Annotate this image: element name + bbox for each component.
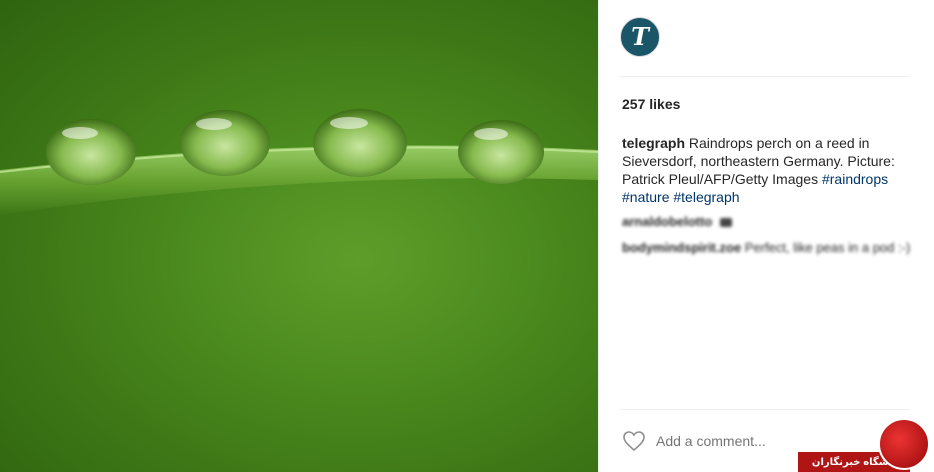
account-avatar[interactable]: T (620, 17, 660, 57)
likes-count[interactable]: 257 likes (622, 96, 680, 112)
hashtag-raindrops[interactable]: #raindrops (822, 171, 888, 187)
comment-item: bodymindspirit.zoe Perfect, like peas in… (622, 239, 912, 257)
hashtag-telegraph[interactable]: #telegraph (673, 189, 739, 205)
comment-username[interactable]: bodymindspirit.zoe (622, 240, 741, 255)
heart-icon[interactable] (622, 430, 646, 452)
raindrop-3 (313, 109, 407, 177)
comment-item: arnaldobelotto (622, 213, 912, 231)
post-caption: telegraph Raindrops perch on a reed in S… (622, 134, 912, 206)
hashtag-nature[interactable]: #nature (622, 189, 669, 205)
post-photo[interactable] (0, 0, 598, 472)
caption-username[interactable]: telegraph (622, 135, 685, 151)
header-divider (620, 76, 910, 77)
raindrop-4 (458, 120, 544, 184)
watermark-logo: باشگاه خبرنگاران (798, 410, 934, 472)
camera-icon (719, 218, 732, 228)
raindrop-1 (46, 119, 136, 185)
comment-text: Perfect, like peas in a pod :-) (744, 240, 911, 255)
raindrops-reed-illustration (0, 109, 598, 215)
raindrop-2 (180, 110, 270, 176)
comment-username[interactable]: arnaldobelotto (622, 214, 712, 229)
avatar-letter: T (631, 22, 649, 51)
watermark-emblem-icon (878, 418, 930, 470)
post-details-panel: T 257 likes telegraph Raindrops perch on… (598, 0, 934, 472)
